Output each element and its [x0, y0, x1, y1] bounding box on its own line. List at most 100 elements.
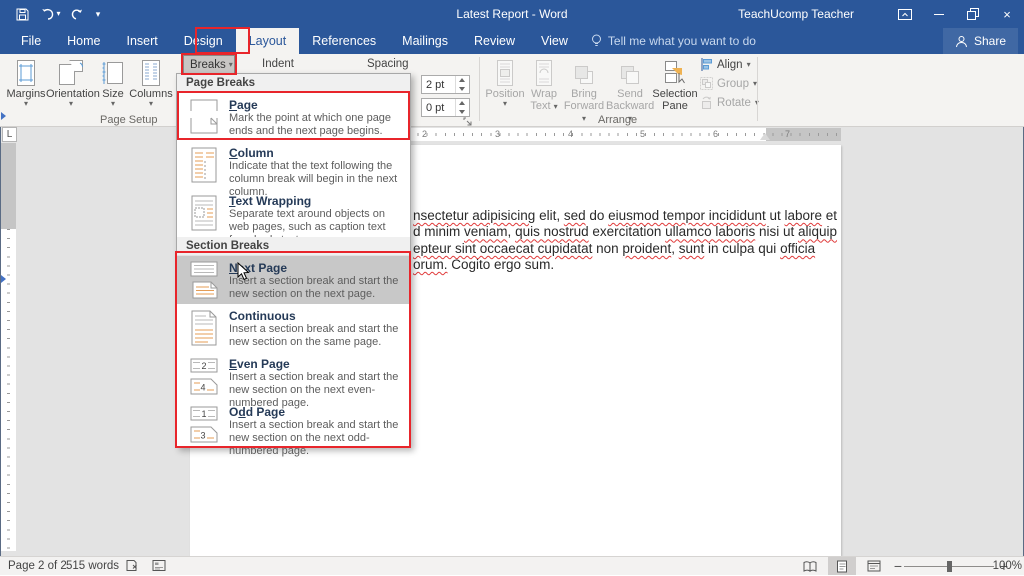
menu-item-odd-page-break[interactable]: 13 Odd Page Insert a section break and s…	[177, 400, 410, 448]
ruler-number: 3	[495, 129, 500, 139]
breaks-dropdown-menu: Page Breaks Page Mark the point at which…	[176, 73, 411, 448]
menu-item-next-page-break[interactable]: Next Page Insert a section break and sta…	[177, 256, 410, 304]
page-setup-group-label: Page Setup	[100, 114, 158, 126]
restore-button[interactable]	[956, 0, 990, 28]
lightbulb-icon	[591, 34, 602, 48]
chevron-down-icon: ▾	[46, 100, 96, 108]
word-count[interactable]: 515 words	[66, 560, 119, 572]
share-button[interactable]: Share	[943, 28, 1018, 54]
right-indent-marker[interactable]	[760, 133, 770, 140]
tab-layout[interactable]: Layout	[236, 28, 300, 54]
proofing-status-button[interactable]	[125, 559, 139, 576]
tab-home[interactable]: Home	[54, 28, 113, 54]
menu-item-even-page-break[interactable]: 24 Even Page Insert a section break and …	[177, 352, 410, 400]
size-button[interactable]: Size ▾	[96, 56, 130, 108]
svg-text:2: 2	[201, 361, 206, 371]
zoom-slider-thumb[interactable]	[947, 561, 952, 572]
group-label: Group	[717, 78, 749, 90]
column-break-icon	[187, 146, 221, 184]
ruler-top-margin	[1, 143, 16, 229]
spinner-arrows[interactable]	[455, 76, 468, 93]
spacing-after-value: 0 pt	[426, 102, 444, 114]
tab-file[interactable]: File	[8, 28, 54, 54]
even-page-break-icon: 24	[187, 357, 221, 395]
page-count[interactable]: Page 2 of 2	[8, 560, 67, 572]
read-mode-button[interactable]	[796, 557, 824, 575]
tab-review[interactable]: Review	[461, 28, 528, 54]
chevron-down-icon: ▾	[128, 100, 174, 108]
ribbon-tab-row: File Home Insert Design Layout Reference…	[0, 28, 1024, 54]
document-line: orum. Cogito ergo sum.	[413, 257, 841, 273]
ribbon: Margins ▾ Orientation ▾ Size ▾ Columns ▾…	[0, 54, 1024, 127]
bring-forward-label-1: Bring	[562, 88, 606, 100]
breaks-button[interactable]: Breaks ▾	[183, 55, 235, 74]
account-name[interactable]: TeachUcomp Teacher	[738, 7, 854, 21]
tab-mailings[interactable]: Mailings	[389, 28, 461, 54]
document-text[interactable]: nsectetur adipisicing elit, sed do eiusm…	[413, 208, 841, 274]
orientation-button[interactable]: Orientation ▾	[46, 56, 96, 108]
web-layout-icon	[867, 560, 881, 572]
tab-stop-selector[interactable]: L	[2, 127, 17, 142]
chevron-down-icon: ▾	[484, 100, 526, 108]
macro-record-button[interactable]	[152, 559, 166, 575]
align-button[interactable]: Align ▾	[700, 56, 751, 73]
tell-me-box[interactable]: Tell me what you want to do	[581, 28, 766, 54]
close-button[interactable]: ×	[990, 0, 1024, 28]
proofing-icon	[125, 559, 139, 573]
ruler-number: 7	[785, 129, 790, 139]
menu-item-page-break[interactable]: Page Mark the point at which one page en…	[177, 93, 410, 141]
page-break-icon	[187, 98, 221, 136]
tab-view[interactable]: View	[528, 28, 581, 54]
tab-stop-icon: L	[7, 129, 13, 140]
chevron-down-icon: ▾	[96, 100, 130, 108]
tab-design[interactable]: Design	[171, 28, 236, 54]
menu-item-text-wrapping-break[interactable]: Text Wrapping Separate text around objec…	[177, 189, 410, 237]
selection-pane-icon	[663, 60, 687, 86]
web-layout-button[interactable]	[860, 557, 888, 575]
minimize-button[interactable]	[922, 0, 956, 28]
document-line: nsectetur adipisicing elit, sed do eiusm…	[413, 208, 841, 224]
zoom-out-button[interactable]: −	[894, 558, 902, 574]
group-button: Group ▾	[700, 75, 757, 92]
next-page-break-icon	[187, 261, 221, 299]
zoom-slider[interactable]	[904, 566, 994, 567]
margins-button[interactable]: Margins ▾	[4, 56, 48, 108]
page-breaks-section-header: Page Breaks	[177, 74, 410, 93]
spinner-up-icon[interactable]	[459, 78, 465, 82]
gallery-arrow-icon	[1, 275, 6, 283]
breaks-label: Breaks	[190, 59, 226, 71]
ribbon-display-options-icon	[898, 9, 912, 20]
macro-record-icon	[152, 559, 166, 572]
svg-text:4: 4	[200, 383, 205, 393]
selection-pane-label-2: Pane	[652, 100, 698, 112]
spinner-up-icon[interactable]	[459, 101, 465, 105]
read-mode-icon	[803, 561, 817, 572]
columns-button[interactable]: Columns ▾	[128, 56, 174, 108]
zoom-percentage[interactable]: 100%	[993, 560, 1022, 572]
print-layout-icon	[836, 560, 848, 573]
chevron-down-icon: ▾	[582, 114, 586, 123]
window-title: Latest Report - Word	[0, 7, 1024, 21]
group-icon	[700, 77, 713, 90]
continuous-break-icon	[187, 309, 221, 347]
menu-item-column-break[interactable]: Column Indicate that the text following …	[177, 141, 410, 189]
bring-forward-label-2: Forward	[564, 100, 604, 112]
selection-pane-button[interactable]: Selection Pane	[652, 56, 698, 112]
chevron-down-icon: ▾	[747, 61, 751, 69]
print-layout-button[interactable]	[828, 557, 856, 575]
gallery-arrow-icon	[1, 112, 6, 120]
spacing-before-spinner[interactable]: 2 pt	[421, 75, 470, 94]
tab-insert[interactable]: Insert	[114, 28, 171, 54]
menu-item-continuous-break[interactable]: Continuous Insert a section break and st…	[177, 304, 410, 352]
selection-pane-label-1: Selection	[652, 88, 698, 100]
spinner-down-icon[interactable]	[459, 87, 465, 91]
spacing-heading: Spacing	[367, 58, 409, 70]
ribbon-display-options-button[interactable]	[888, 0, 922, 28]
section-breaks-section-header: Section Breaks	[177, 237, 410, 256]
ruler-number: 6	[713, 129, 718, 139]
odd-page-break-icon: 13	[187, 405, 221, 443]
align-label: Align	[717, 59, 743, 71]
rotate-icon	[700, 96, 713, 109]
minimize-icon	[934, 14, 944, 15]
tab-references[interactable]: References	[299, 28, 389, 54]
